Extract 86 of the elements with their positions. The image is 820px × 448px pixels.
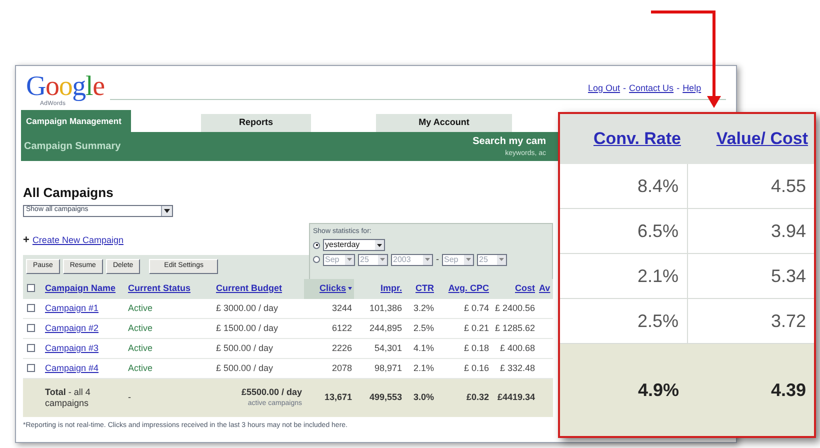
checkbox[interactable] xyxy=(27,284,35,292)
tab[interactable]: Campaign Management xyxy=(21,110,131,132)
table-cell: £ 3000.00 / day xyxy=(216,302,278,312)
table-cell: £ 0.21 xyxy=(464,322,489,333)
table-cell: £ 0.74 xyxy=(464,302,489,312)
table-cell: 2.1% xyxy=(413,362,434,373)
table-cell: £ 1285.62 xyxy=(494,322,535,333)
checkbox[interactable] xyxy=(27,304,35,312)
column-header[interactable]: Conv. Rate xyxy=(593,129,681,148)
logo-wordmark: Google xyxy=(26,73,104,101)
table-cell: 54,301 xyxy=(374,342,402,353)
table-cell: £ 2400.56 xyxy=(494,302,535,312)
column-header[interactable]: Current Status xyxy=(126,278,214,298)
table-cell: £ 400.68 xyxy=(500,342,535,353)
column-header[interactable]: CTR xyxy=(404,278,436,298)
table-cell-text: 8.4% xyxy=(637,174,678,198)
dropdown-arrow-icon xyxy=(161,206,172,216)
table-cell: £0.32 xyxy=(466,392,489,402)
table-cell-text: 4.9% xyxy=(638,378,679,402)
table-cell: 2226 xyxy=(332,342,352,353)
column-header[interactable]: Impr. xyxy=(354,278,404,298)
header-link[interactable]: Log Out xyxy=(588,82,620,96)
column-header[interactable]: Value/ Cost xyxy=(716,129,808,148)
sort-arrow-icon xyxy=(348,286,352,290)
table-cell: £ 0.18 xyxy=(464,342,489,353)
column-header[interactable]: Clicks xyxy=(304,278,354,298)
table-cell: 13,671 xyxy=(324,392,352,402)
table-cell: 4.1% xyxy=(413,342,434,353)
table-cell: - xyxy=(128,392,131,402)
campaign-link[interactable]: Campaign #3 xyxy=(45,342,99,353)
total-budget: £5500.00 / day xyxy=(240,386,302,399)
radio-button[interactable] xyxy=(313,242,320,248)
tab[interactable]: My Account xyxy=(376,114,512,132)
table-cell-text: 2.1% xyxy=(637,264,678,288)
table-cell: 2078 xyxy=(332,362,352,373)
plus-icon: + xyxy=(23,232,30,248)
table-cell-text: 3.72 xyxy=(770,310,806,332)
create-campaign-link[interactable]: Create New Campaign xyxy=(32,234,124,247)
checkbox[interactable] xyxy=(27,324,35,332)
table-cell-text: 5.34 xyxy=(770,264,806,288)
section-title: All Campaigns xyxy=(23,184,114,202)
table-cell: £ 0.16 xyxy=(464,362,489,373)
table-cell-text: 2.5% xyxy=(637,310,678,332)
radio-button[interactable] xyxy=(313,256,320,264)
table-cell: £ 500.00 / day xyxy=(216,342,274,353)
header-link[interactable]: Contact Us xyxy=(629,82,674,96)
table-cell-text: 6.5% xyxy=(637,220,678,242)
table-cell: 244,895 xyxy=(369,322,402,333)
table-cell: £ 332.48 xyxy=(500,362,535,373)
campaign-link[interactable]: Campaign #2 xyxy=(45,322,99,333)
table-cell: 3.0% xyxy=(413,392,434,402)
link-separator: - xyxy=(676,82,680,95)
table-cell: 6122 xyxy=(332,322,352,333)
dropdown[interactable]: yesterday xyxy=(323,239,385,251)
range-separator: - xyxy=(436,253,439,266)
table-cell: Active xyxy=(128,322,153,333)
search-label: Search my cam xyxy=(472,134,546,149)
column-header[interactable]: Cost xyxy=(491,278,537,298)
table-cell: 98,971 xyxy=(374,362,402,373)
link-separator: - xyxy=(623,82,626,95)
column-header[interactable]: Current Budget xyxy=(214,278,304,298)
table-cell: 3244 xyxy=(332,302,352,312)
column-header[interactable]: Avg. CPC xyxy=(436,278,491,298)
total-label: Total - all 4 campaigns xyxy=(45,386,92,409)
campaign-link[interactable]: Campaign #4 xyxy=(45,362,99,373)
campaign-link[interactable]: Campaign #1 xyxy=(45,302,99,312)
header-link[interactable]: Help xyxy=(682,82,702,96)
table-cell-text: 4.39 xyxy=(770,378,806,402)
table-cell: 2.5% xyxy=(413,322,434,333)
page-subtitle: Campaign Summary xyxy=(24,140,121,154)
column-header[interactable]: Av xyxy=(537,278,553,298)
table-cell: 3.2% xyxy=(413,302,434,312)
table-cell: 101,386 xyxy=(369,302,402,312)
table-cell-text: 4.55 xyxy=(770,174,806,198)
table-cell: £ 1500.00 / day xyxy=(216,322,278,333)
tab[interactable]: Reports xyxy=(201,114,311,132)
table-cell: Active xyxy=(128,302,153,312)
table-cell-text: 3.94 xyxy=(770,220,806,242)
table-cell: £4419.34 xyxy=(497,392,535,402)
table-cell: 499,553 xyxy=(369,392,402,402)
checkbox[interactable] xyxy=(27,344,35,352)
table-cell: £ 500.00 / day xyxy=(216,362,274,373)
checkbox[interactable] xyxy=(27,364,35,372)
table-cell: Active xyxy=(128,362,153,373)
column-header[interactable]: Campaign Name xyxy=(43,278,126,298)
table-cell: Active xyxy=(128,342,153,353)
